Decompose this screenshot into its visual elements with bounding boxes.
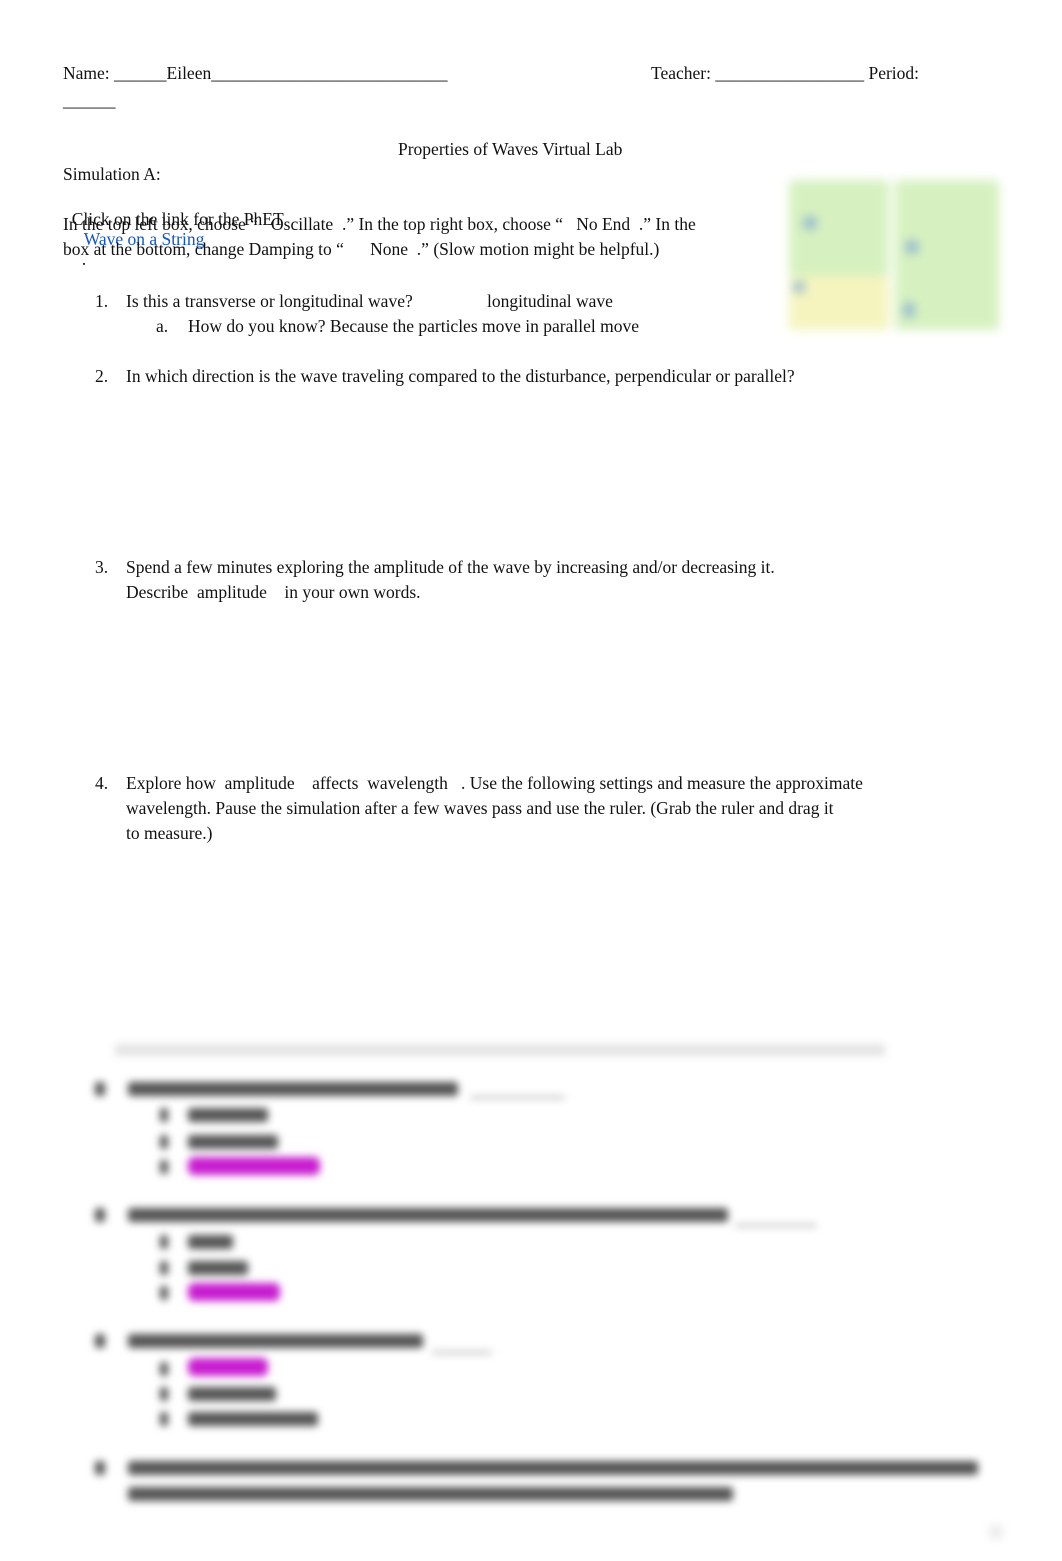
blurred-preview-section: [0, 0, 1062, 1561]
